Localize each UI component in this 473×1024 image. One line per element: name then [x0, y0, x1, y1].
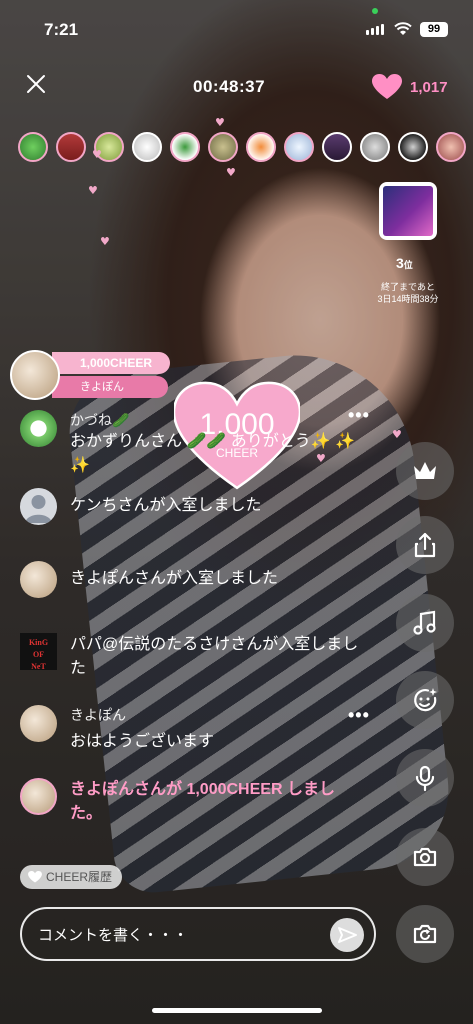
- chat-message: かづね🥒 おかずりんさん 🥒🥒 ありがとう✨ ✨ ✨: [20, 410, 360, 480]
- chat-text: パパ@伝説のたるさけさんが入室しました: [70, 636, 359, 677]
- cheer-notification: 1,000CHEER きよぽん: [10, 350, 170, 400]
- share-icon: [414, 532, 436, 558]
- chat-message: KinG OF NeT パパ@伝説のたるさけさんが入室しました: [20, 633, 360, 689]
- viewer-avatar[interactable]: [170, 132, 200, 162]
- cheer-history-label: CHEER履歴: [46, 870, 113, 884]
- chat-text: おはようございます: [70, 733, 215, 750]
- chat-message: ケンちさんが入室しました: [20, 488, 360, 526]
- viewer-avatar[interactable]: [284, 132, 314, 162]
- floating-heart-icon: ♥: [215, 116, 225, 129]
- chat-avatar[interactable]: [20, 705, 57, 742]
- floating-heart-icon: ♥: [392, 428, 402, 441]
- viewer-avatar[interactable]: [246, 132, 276, 162]
- wifi-icon: [394, 22, 412, 35]
- comment-input[interactable]: [36, 921, 330, 949]
- chat-message: きよぽん おはようございます: [20, 705, 360, 761]
- cheer-history-button[interactable]: CHEER履歴: [20, 865, 123, 889]
- heart-icon: [372, 74, 402, 99]
- battery-icon: 99: [420, 22, 448, 37]
- viewer-avatar[interactable]: [360, 132, 390, 162]
- live-timer: 00:48:37: [193, 77, 266, 96]
- viewer-avatar[interactable]: [322, 132, 352, 162]
- chat-text: きよぽんさんが入室しました: [70, 570, 279, 587]
- cheer-user: きよぽん: [52, 376, 168, 398]
- share-button[interactable]: [396, 516, 454, 574]
- like-counter[interactable]: 1,017: [372, 74, 448, 100]
- viewer-avatar[interactable]: [18, 132, 48, 162]
- face-effect-icon: [414, 688, 437, 712]
- chat-username: かづね🥒: [70, 412, 130, 428]
- message-more-button[interactable]: •••: [348, 705, 370, 726]
- floating-heart-icon: ♥: [88, 184, 98, 197]
- like-count: 1,017: [410, 78, 448, 96]
- chat-username: きよぽん: [70, 707, 126, 723]
- send-button[interactable]: [330, 918, 364, 952]
- cheer-user-avatar: [10, 350, 60, 400]
- ranking-remaining-time: 終了まであと 3日14時間38分: [377, 282, 439, 304]
- heart-icon: [28, 871, 42, 883]
- status-bar: 7:21 99: [0, 0, 473, 54]
- viewer-avatar-list: [18, 132, 466, 162]
- microphone-button[interactable]: [396, 749, 454, 807]
- message-more-button[interactable]: •••: [348, 405, 370, 426]
- viewer-avatar[interactable]: [56, 132, 86, 162]
- viewer-avatar[interactable]: [436, 132, 466, 162]
- chat-text: おかずりんさん 🥒🥒 ありがとう✨ ✨ ✨: [70, 433, 356, 474]
- comment-box: [20, 907, 376, 961]
- flip-camera-icon: [413, 924, 437, 944]
- chat-message: きよぽんさんが 1,000CHEER しました。: [20, 778, 360, 834]
- viewer-avatar[interactable]: [132, 132, 162, 162]
- chat-message: きよぽんさんが入室しました: [20, 561, 360, 599]
- chat-avatar[interactable]: [20, 778, 57, 815]
- camera-button[interactable]: [396, 828, 454, 886]
- flip-camera-button[interactable]: [396, 905, 454, 963]
- home-indicator: [152, 1008, 322, 1013]
- camera-icon: [413, 847, 437, 867]
- cheer-amount: 1,000CHEER: [52, 352, 170, 374]
- viewer-avatar[interactable]: [398, 132, 428, 162]
- cellular-signal-icon: [366, 24, 384, 35]
- chat-text: ケンちさんが入室しました: [70, 497, 262, 514]
- microphone-icon: [415, 765, 435, 792]
- music-button[interactable]: [396, 594, 454, 652]
- effect-button[interactable]: [396, 671, 454, 729]
- status-time: 7:21: [44, 20, 79, 39]
- floating-heart-icon: ♥: [100, 235, 110, 248]
- chat-avatar[interactable]: [20, 561, 57, 598]
- ranking-event-banner[interactable]: [379, 182, 437, 240]
- ranking-position: 3位: [396, 255, 413, 271]
- send-icon: [338, 927, 357, 943]
- default-user-avatar[interactable]: [20, 488, 57, 525]
- chat-avatar[interactable]: [20, 410, 57, 447]
- camera-in-use-indicator: [372, 8, 378, 14]
- close-icon[interactable]: [24, 72, 48, 96]
- viewer-avatar[interactable]: [208, 132, 238, 162]
- gift-ranking-button[interactable]: [396, 442, 454, 500]
- chat-avatar[interactable]: KinG OF NeT: [20, 633, 57, 670]
- music-note-icon: [413, 610, 436, 635]
- floating-heart-icon: ♥: [226, 166, 236, 179]
- crown-icon: [414, 462, 436, 479]
- floating-heart-icon: ♥: [92, 148, 102, 161]
- chat-cheer-text: きよぽんさんが 1,000CHEER しました。: [70, 781, 335, 822]
